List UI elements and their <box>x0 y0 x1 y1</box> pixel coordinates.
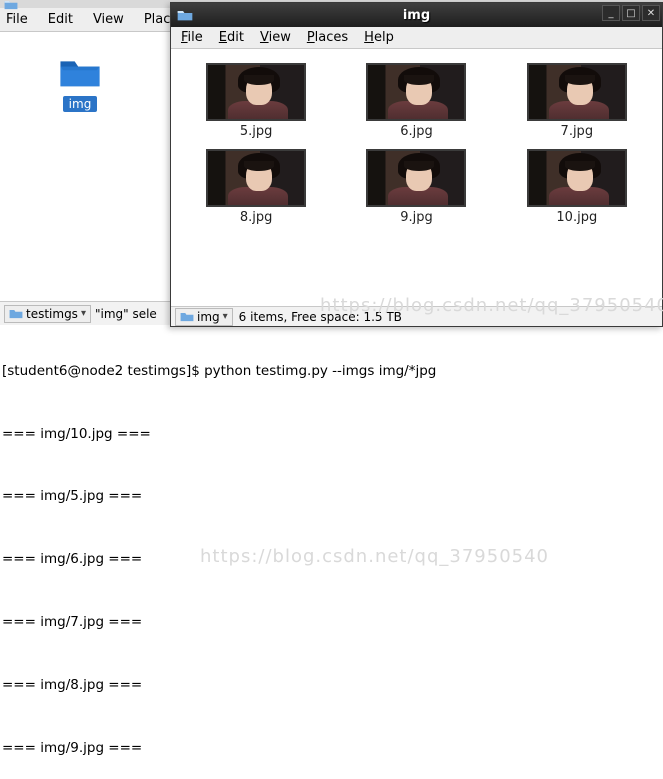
front-path-chip[interactable]: img ▾ <box>175 308 233 326</box>
front-menubar: File Edit View Places Help <box>171 27 662 49</box>
thumb-label: 7.jpg <box>527 124 627 139</box>
front-menu-view[interactable]: View <box>260 30 291 45</box>
image-icon <box>206 63 306 121</box>
minimize-button[interactable]: _ <box>602 5 620 21</box>
close-button[interactable]: ✕ <box>642 5 660 21</box>
image-icon <box>366 149 466 207</box>
folder-icon <box>4 0 18 10</box>
front-body[interactable]: 5.jpg 6.jpg 7.jpg 8.jpg 9.jpg 10.jpg <box>171 49 662 306</box>
thumb-label: 8.jpg <box>206 210 306 225</box>
terminal-line: === img/5.jpg === <box>2 486 661 507</box>
terminal-line: === img/6.jpg === <box>2 549 661 570</box>
thumb-8[interactable]: 8.jpg <box>206 149 306 225</box>
image-icon <box>527 63 627 121</box>
thumb-6[interactable]: 6.jpg <box>366 63 466 139</box>
terminal-prompt: [student6@node2 testimgs]$ python testim… <box>2 361 661 382</box>
folder-icon <box>177 8 193 22</box>
maximize-button[interactable]: □ <box>622 5 640 21</box>
thumb-label: 5.jpg <box>206 124 306 139</box>
terminal-line: === img/9.jpg === <box>2 738 661 759</box>
front-menu-help[interactable]: Help <box>364 30 394 45</box>
chevron-down-icon: ▾ <box>223 311 228 322</box>
front-menu-file[interactable]: File <box>181 30 203 45</box>
front-statusbar: img ▾ 6 items, Free space: 1.5 TB <box>171 306 662 326</box>
terminal-output[interactable]: [student6@node2 testimgs]$ python testim… <box>2 340 661 571</box>
image-icon <box>206 149 306 207</box>
image-icon <box>366 63 466 121</box>
terminal-line: === img/8.jpg === <box>2 675 661 696</box>
thumb-10[interactable]: 10.jpg <box>527 149 627 225</box>
terminal-line: === img/10.jpg === <box>2 424 661 445</box>
thumb-7[interactable]: 7.jpg <box>527 63 627 139</box>
thumb-label: 6.jpg <box>366 124 466 139</box>
folder-icon <box>180 311 194 322</box>
image-icon <box>527 149 627 207</box>
front-status-text: 6 items, Free space: 1.5 TB <box>239 310 402 324</box>
back-menu-edit[interactable]: Edit <box>48 12 73 27</box>
back-path-label: testimgs <box>26 307 78 321</box>
front-file-manager-window: img _ □ ✕ File Edit View Places Help 5.j… <box>170 2 663 327</box>
folder-icon <box>9 308 23 319</box>
terminal-line: === img/7.jpg === <box>2 612 661 633</box>
folder-icon <box>58 56 102 88</box>
thumb-label: 10.jpg <box>527 210 627 225</box>
back-menu-view[interactable]: View <box>93 12 124 27</box>
front-menu-places[interactable]: Places <box>307 30 348 45</box>
thumb-9[interactable]: 9.jpg <box>366 149 466 225</box>
front-title: img <box>403 8 430 23</box>
front-path-label: img <box>197 310 220 324</box>
thumb-5[interactable]: 5.jpg <box>206 63 306 139</box>
front-titlebar[interactable]: img _ □ ✕ <box>171 3 662 27</box>
back-status-text: "img" sele <box>95 307 157 321</box>
back-path-chip[interactable]: testimgs ▾ <box>4 305 91 323</box>
window-buttons: _ □ ✕ <box>602 5 660 21</box>
thumb-label: 9.jpg <box>366 210 466 225</box>
front-menu-edit[interactable]: Edit <box>219 30 244 45</box>
chevron-down-icon: ▾ <box>81 308 86 319</box>
folder-label: img <box>63 96 98 112</box>
folder-item-img[interactable]: img <box>50 56 110 112</box>
back-menu-file[interactable]: File <box>6 12 28 27</box>
